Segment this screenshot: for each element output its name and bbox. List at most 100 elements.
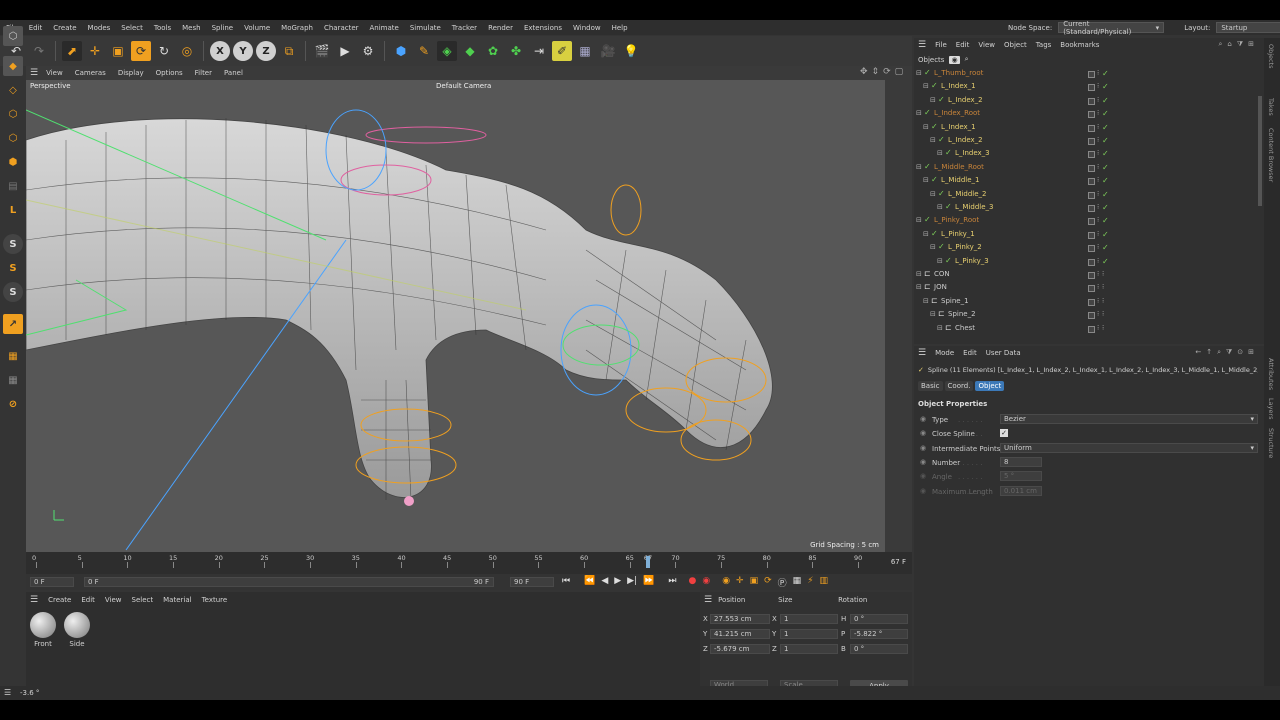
- visibility-dots-icon[interactable]: ⁝: [1097, 203, 1099, 211]
- visibility-checkbox[interactable]: [1088, 151, 1095, 159]
- maximize-view-icon[interactable]: ▢: [895, 67, 904, 77]
- render-view-icon[interactable]: 🎬: [312, 41, 332, 61]
- snap-settings-icon[interactable]: S: [3, 258, 23, 278]
- cloner-icon[interactable]: ✿: [483, 41, 503, 61]
- object-menu-bookmarks[interactable]: Bookmarks: [1060, 41, 1099, 49]
- hamburger-icon[interactable]: ☰: [918, 348, 926, 358]
- enabled-check-icon[interactable]: ✓: [1102, 216, 1109, 225]
- expand-icon[interactable]: ⊟: [916, 283, 922, 291]
- expand-icon[interactable]: ⊟: [923, 230, 929, 238]
- deformer-icon[interactable]: ⇥: [529, 41, 549, 61]
- hamburger-icon[interactable]: ☰: [30, 595, 38, 605]
- property-field[interactable]: Uniform ▾: [1000, 442, 1258, 453]
- enabled-check-icon[interactable]: ✓: [1102, 82, 1109, 91]
- visibility-checkbox[interactable]: [1088, 258, 1095, 266]
- model-mode-icon[interactable]: ◆: [3, 56, 23, 76]
- keyframe-dot-icon[interactable]: ◉: [920, 458, 926, 466]
- expand-icon[interactable]: ⊟: [930, 243, 936, 251]
- select-icon[interactable]: ⬈: [62, 41, 82, 61]
- visibility-checkbox[interactable]: [1088, 245, 1095, 253]
- object-menu-edit[interactable]: Edit: [956, 41, 970, 49]
- y-axis-icon[interactable]: Y: [233, 41, 253, 61]
- visibility-dots-icon[interactable]: ⁝: [1097, 163, 1099, 171]
- object-menu-tags[interactable]: Tags: [1036, 41, 1052, 49]
- size-field[interactable]: 1: [780, 644, 838, 654]
- visibility-dots-icon[interactable]: ⁝: [1097, 123, 1099, 131]
- keyframe-dot-icon[interactable]: ◉: [920, 429, 926, 437]
- material-item[interactable]: Front: [28, 612, 58, 648]
- expand-icon[interactable]: ⊟: [937, 203, 943, 211]
- viewport-menu-filter[interactable]: Filter: [195, 69, 212, 77]
- expand-icon[interactable]: ⊟: [916, 216, 922, 224]
- object-row[interactable]: ⊟ ✓ L_Index_2 ⁝ ✓: [916, 95, 1256, 108]
- object-row[interactable]: ⊟ ✓ L_Index_2 ⁝ ✓: [916, 135, 1256, 148]
- object-row[interactable]: ⊟ ✓ L_Middle_Root ⁝ ✓: [916, 162, 1256, 175]
- side-tab-objects[interactable]: Objects: [1267, 44, 1275, 69]
- object-row[interactable]: ⊟ ✓ L_Index_Root ⁝ ✓: [916, 108, 1256, 121]
- add-icon[interactable]: ⊞: [1248, 40, 1254, 49]
- object-row[interactable]: ⊟ ✓ L_Thumb_root ⁝ ✓: [916, 68, 1256, 81]
- menu-window[interactable]: Window: [573, 24, 601, 32]
- object-menu-object[interactable]: Object: [1004, 41, 1027, 49]
- visibility-checkbox[interactable]: [1088, 205, 1095, 212]
- search-icon[interactable]: ⌕: [1219, 40, 1223, 49]
- expand-icon[interactable]: ⊟: [937, 324, 943, 332]
- close-spline-checkbox[interactable]: ✓: [1000, 429, 1008, 438]
- tweak-icon[interactable]: ↗: [3, 314, 23, 334]
- next-key-icon[interactable]: ⏩: [643, 576, 654, 589]
- enabled-check-icon[interactable]: ✓: [1102, 203, 1109, 212]
- material-item[interactable]: Side: [62, 612, 92, 648]
- key-pla-icon[interactable]: ▦: [793, 576, 802, 589]
- hamburger-icon[interactable]: ☰: [30, 68, 38, 78]
- redo-icon[interactable]: ↷: [29, 41, 49, 61]
- menu-create[interactable]: Create: [53, 24, 76, 32]
- timeline[interactable]: 05101520253035404550556065677075808590 6…: [26, 552, 912, 574]
- visibility-dots-icon[interactable]: ⁝: [1097, 190, 1099, 198]
- enabled-check-icon[interactable]: ✓: [1102, 176, 1109, 185]
- key-scale-icon[interactable]: ▣: [750, 576, 759, 589]
- viewport-menu-view[interactable]: View: [46, 69, 63, 77]
- attribute-menu-user-data[interactable]: User Data: [986, 349, 1021, 357]
- grid-icon[interactable]: ▦: [3, 370, 23, 390]
- enabled-check-icon[interactable]: ✓: [1102, 149, 1109, 158]
- side-tab-content-browser[interactable]: Content Browser: [1267, 128, 1275, 182]
- expand-icon[interactable]: ⊟: [916, 109, 922, 117]
- visibility-checkbox[interactable]: [1088, 111, 1095, 119]
- viewport-menu-options[interactable]: Options: [156, 69, 183, 77]
- object-row[interactable]: ⊟ ⊏ Chest ⁝ ⁝: [916, 323, 1256, 336]
- menu-render[interactable]: Render: [488, 24, 513, 32]
- tab-coord[interactable]: Coord.: [944, 381, 974, 391]
- menu-select[interactable]: Select: [121, 24, 143, 32]
- floor-icon[interactable]: ▦: [575, 41, 595, 61]
- object-row[interactable]: ⊟ ⊏ CON ⁝ ⁝: [916, 269, 1256, 282]
- keyframe-dot-icon[interactable]: ◉: [920, 415, 926, 423]
- size-field[interactable]: 1: [780, 614, 838, 624]
- viewport-menu-cameras[interactable]: Cameras: [75, 69, 106, 77]
- visibility-dots-icon[interactable]: ⁝: [1097, 297, 1099, 305]
- expand-icon[interactable]: ⊟: [930, 136, 936, 144]
- material-menu-material[interactable]: Material: [163, 596, 191, 604]
- menu-tools[interactable]: Tools: [154, 24, 171, 32]
- property-field[interactable]: 0.011 cm: [1000, 485, 1042, 496]
- visibility-checkbox[interactable]: [1088, 164, 1095, 172]
- visibility-dots-icon[interactable]: ⁝: [1097, 270, 1099, 278]
- search-icon[interactable]: ⌕: [965, 55, 969, 64]
- enabled-check-icon[interactable]: ✓: [1102, 109, 1109, 118]
- expand-icon[interactable]: ⊟: [916, 69, 922, 77]
- object-row[interactable]: ⊟ ✓ L_Index_3 ⁝ ✓: [916, 148, 1256, 161]
- object-row[interactable]: ⊟ ✓ L_Middle_2 ⁝ ✓: [916, 189, 1256, 202]
- visibility-dots-icon[interactable]: ⁝: [1097, 283, 1099, 291]
- object-row[interactable]: ⊟ ✓ L_Pinky_1 ⁝ ✓: [916, 229, 1256, 242]
- visibility-dots-icon[interactable]: ⁝: [1102, 297, 1104, 305]
- hamburger-icon[interactable]: ☰: [4, 688, 11, 697]
- make-editable-icon[interactable]: ⬡: [3, 26, 23, 46]
- visibility-checkbox[interactable]: [1088, 285, 1095, 293]
- eye-icon[interactable]: ◉: [949, 55, 960, 64]
- property-field[interactable]: 8: [1000, 456, 1042, 467]
- visibility-dots-icon[interactable]: ⁝: [1097, 310, 1099, 318]
- visibility-checkbox[interactable]: [1088, 138, 1095, 145]
- extrude-icon[interactable]: ◆: [460, 41, 480, 61]
- enabled-check-icon[interactable]: ✓: [1102, 243, 1109, 252]
- spline-icon[interactable]: ✐: [552, 41, 572, 61]
- hamburger-icon[interactable]: ☰: [704, 595, 712, 605]
